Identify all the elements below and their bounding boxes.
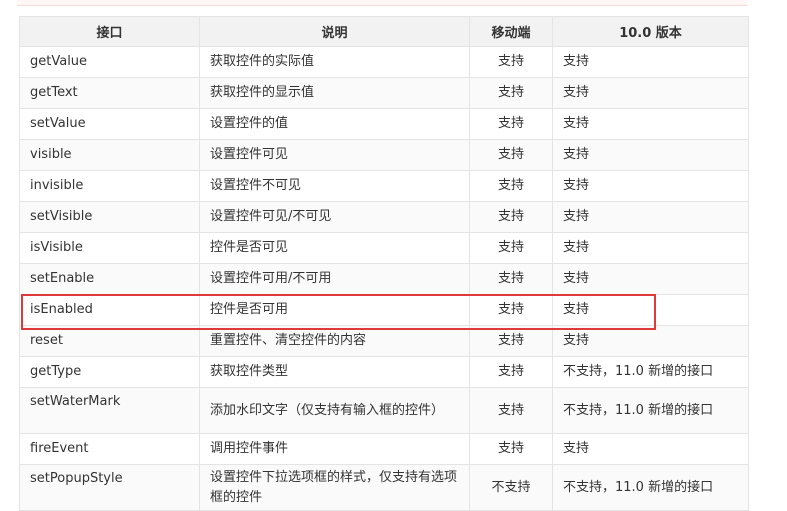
table-row: setValue 设置控件的值 支持 支持 xyxy=(19,108,749,140)
mobile-cell: 支持 xyxy=(469,232,553,264)
mobile-cell: 不支持 xyxy=(469,464,553,511)
table-row: setVisible 设置控件可见/不可见 支持 支持 xyxy=(19,201,749,233)
method-cell: getValue xyxy=(19,46,200,78)
method-cell: getType xyxy=(19,356,200,388)
mobile-cell: 支持 xyxy=(469,294,553,326)
method-cell: visible xyxy=(19,139,200,171)
v10-cell: 支持 xyxy=(552,139,749,171)
mobile-cell: 支持 xyxy=(469,46,553,78)
description-cell: 设置控件的值 xyxy=(199,108,470,140)
mobile-cell: 支持 xyxy=(469,433,553,465)
table-row: getValue 获取控件的实际值 支持 支持 xyxy=(19,46,749,78)
description-cell: 控件是否可见 xyxy=(199,232,470,264)
description-cell: 获取控件的显示值 xyxy=(199,77,470,109)
mobile-cell: 支持 xyxy=(469,201,553,233)
method-cell: invisible xyxy=(19,170,200,202)
mobile-cell: 支持 xyxy=(469,139,553,171)
description-cell: 控件是否可用 xyxy=(199,294,470,326)
table-row-highlighted: isEnabled 控件是否可用 支持 支持 xyxy=(19,294,749,326)
method-cell: setValue xyxy=(19,108,200,140)
description-cell: 设置控件下拉选项框的样式，仅支持有选项框的控件 xyxy=(199,464,470,511)
v10-cell: 支持 xyxy=(552,294,749,326)
table-row: invisible 设置控件不可见 支持 支持 xyxy=(19,170,749,202)
table-row: fireEvent 调用控件事件 支持 支持 xyxy=(19,433,749,465)
api-table: 接口 说明 移动端 10.0 版本 getValue 获取控件的实际值 支持 支… xyxy=(19,16,749,511)
description-cell: 获取控件的实际值 xyxy=(199,46,470,78)
description-cell: 添加水印文字（仅支持有输入框的控件） xyxy=(199,387,470,434)
v10-cell: 支持 xyxy=(552,433,749,465)
v10-cell: 不支持，11.0 新增的接口 xyxy=(552,356,749,388)
description-cell: 设置控件可见 xyxy=(199,139,470,171)
description-cell: 调用控件事件 xyxy=(199,433,470,465)
v10-cell: 支持 xyxy=(552,77,749,109)
method-cell: setVisible xyxy=(19,201,200,233)
mobile-cell: 支持 xyxy=(469,387,553,434)
mobile-cell: 支持 xyxy=(469,77,553,109)
v10-cell: 支持 xyxy=(552,46,749,78)
method-cell: isEnabled xyxy=(19,294,200,326)
table-header-row: 接口 说明 移动端 10.0 版本 xyxy=(19,16,749,47)
description-cell: 设置控件不可见 xyxy=(199,170,470,202)
method-cell: setWaterMark xyxy=(19,387,200,434)
mobile-cell: 支持 xyxy=(469,325,553,357)
method-cell: setPopupStyle xyxy=(19,464,200,511)
header-v10: 10.0 版本 xyxy=(552,16,749,47)
mobile-cell: 支持 xyxy=(469,170,553,202)
method-cell: reset xyxy=(19,325,200,357)
method-cell: setEnable xyxy=(19,263,200,295)
v10-cell: 支持 xyxy=(552,201,749,233)
v10-cell: 支持 xyxy=(552,170,749,202)
table-row: visible 设置控件可见 支持 支持 xyxy=(19,139,749,171)
mobile-cell: 支持 xyxy=(469,108,553,140)
mobile-cell: 支持 xyxy=(469,356,553,388)
header-interface: 接口 xyxy=(19,16,200,47)
method-cell: isVisible xyxy=(19,232,200,264)
description-cell: 设置控件可见/不可见 xyxy=(199,201,470,233)
description-cell: 设置控件可用/不可用 xyxy=(199,263,470,295)
description-cell: 重置控件、清空控件的内容 xyxy=(199,325,470,357)
v10-cell: 支持 xyxy=(552,263,749,295)
v10-cell: 支持 xyxy=(552,325,749,357)
table-row: getType 获取控件类型 支持 不支持，11.0 新增的接口 xyxy=(19,356,749,388)
v10-cell: 不支持，11.0 新增的接口 xyxy=(552,387,749,434)
table-row: setWaterMark 添加水印文字（仅支持有输入框的控件） 支持 不支持，1… xyxy=(19,387,749,434)
top-notice-strip xyxy=(17,0,747,6)
description-cell: 获取控件类型 xyxy=(199,356,470,388)
header-description: 说明 xyxy=(199,16,470,47)
header-mobile: 移动端 xyxy=(469,16,553,47)
v10-cell: 支持 xyxy=(552,232,749,264)
table-row: setEnable 设置控件可用/不可用 支持 支持 xyxy=(19,263,749,295)
v10-cell: 支持 xyxy=(552,108,749,140)
v10-cell: 不支持，11.0 新增的接口 xyxy=(552,464,749,511)
mobile-cell: 支持 xyxy=(469,263,553,295)
method-cell: getText xyxy=(19,77,200,109)
method-cell: fireEvent xyxy=(19,433,200,465)
table-row: isVisible 控件是否可见 支持 支持 xyxy=(19,232,749,264)
table-row: setPopupStyle 设置控件下拉选项框的样式，仅支持有选项框的控件 不支… xyxy=(19,464,749,511)
table-row: reset 重置控件、清空控件的内容 支持 支持 xyxy=(19,325,749,357)
table-row: getText 获取控件的显示值 支持 支持 xyxy=(19,77,749,109)
